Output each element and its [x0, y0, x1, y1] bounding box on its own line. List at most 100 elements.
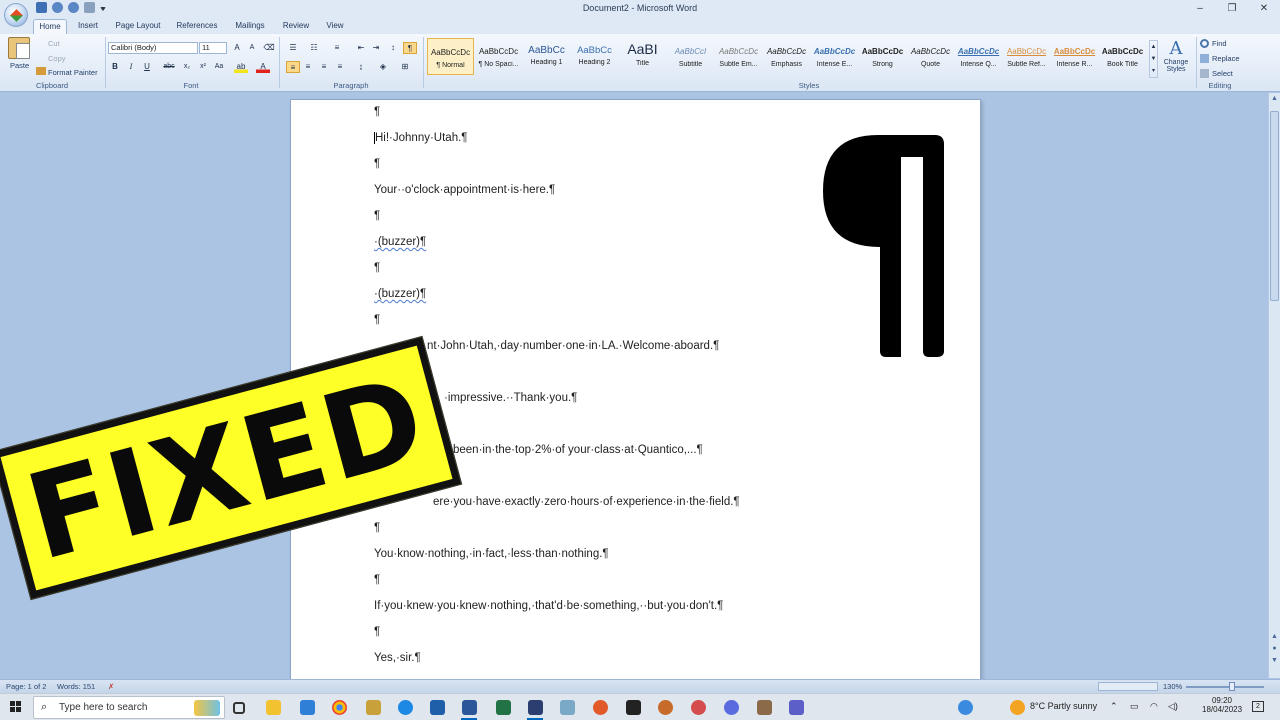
- style-strong[interactable]: AaBbCcDc Strong: [859, 38, 906, 75]
- tab-view[interactable]: View: [322, 19, 348, 34]
- paragraph-line[interactable]: ¶: [374, 106, 380, 118]
- paragraph-line[interactable]: If·you·knew·you·knew·nothing,·that'd·be·…: [374, 600, 723, 612]
- zoom-slider-knob[interactable]: [1229, 682, 1235, 691]
- numbering-button[interactable]: ☷: [307, 42, 321, 54]
- paragraph-line[interactable]: ·(buzzer)¶: [374, 288, 426, 300]
- restore-button[interactable]: ❐: [1216, 0, 1248, 18]
- decrease-indent-button[interactable]: ⇤: [354, 42, 368, 54]
- paragraph-line[interactable]: ¶: [374, 158, 380, 170]
- increase-indent-button[interactable]: ⇥: [369, 42, 383, 54]
- scrollbar-thumb[interactable]: [1270, 111, 1279, 301]
- paragraph-line[interactable]: Your··o'clock·appointment·is·here.¶: [374, 184, 555, 196]
- chrome-icon[interactable]: [332, 700, 347, 715]
- tray-chevron-icon[interactable]: ⌃: [1110, 701, 1118, 712]
- style-intense-reference[interactable]: AaBbCcDc Intense R...: [1051, 38, 1098, 75]
- style-intense-emphasis[interactable]: AaBbCcDc Intense E...: [811, 38, 858, 75]
- style-quote[interactable]: AaBbCcDc Quote: [907, 38, 954, 75]
- clock[interactable]: 09:20 18/04/2023: [1202, 696, 1242, 714]
- style-subtitle[interactable]: AaBbCcI Subtitle: [667, 38, 714, 75]
- paragraph-line[interactable]: Yes,·sir.¶: [374, 652, 421, 664]
- paragraph-line[interactable]: ¶: [374, 210, 380, 222]
- clear-formatting-button[interactable]: ⌫: [262, 42, 276, 54]
- archive-icon[interactable]: [757, 700, 772, 715]
- help-icon[interactable]: [958, 700, 973, 715]
- paragraph-line[interactable]: ¶: [374, 574, 380, 586]
- volume-icon[interactable]: ◁): [1168, 701, 1178, 712]
- change-styles-button[interactable]: A Change Styles: [1160, 38, 1192, 73]
- tab-references[interactable]: References: [172, 19, 222, 34]
- style-no-spacing[interactable]: AaBbCcDc ¶ No Spaci...: [475, 38, 522, 75]
- highlight-button[interactable]: ab: [234, 61, 248, 73]
- paste-icon[interactable]: [8, 37, 30, 59]
- italic-button[interactable]: I: [124, 61, 138, 73]
- justify-button[interactable]: ≡: [333, 61, 347, 73]
- weather-text[interactable]: 8°C Partly sunny: [1030, 701, 1097, 711]
- tab-page-layout[interactable]: Page Layout: [112, 19, 164, 34]
- align-center-button[interactable]: ≡: [301, 61, 315, 73]
- underline-button[interactable]: U: [140, 61, 154, 73]
- tab-home[interactable]: Home: [33, 19, 67, 34]
- teams-icon[interactable]: [789, 700, 804, 715]
- snip-tool-icon[interactable]: [691, 700, 706, 715]
- style-heading-2[interactable]: AaBbCc Heading 2: [571, 38, 618, 75]
- subscript-button[interactable]: x₂: [180, 61, 194, 73]
- view-buttons[interactable]: [1098, 682, 1158, 691]
- paragraph-line[interactable]: nt·John·Utah,·day·number·one·in·LA.·Welc…: [427, 340, 719, 352]
- task-view-icon[interactable]: [233, 702, 245, 714]
- calculator-icon[interactable]: [430, 700, 445, 715]
- paragraph-line[interactable]: ¶: [374, 314, 380, 326]
- word-icon[interactable]: [462, 700, 477, 715]
- itunes-icon[interactable]: [724, 700, 739, 715]
- bullets-button[interactable]: ☰: [286, 42, 300, 54]
- styles-scroll-button[interactable]: ▲ ▼ ▾: [1149, 40, 1158, 78]
- zoom-slider[interactable]: [1186, 686, 1264, 688]
- paragraph-line[interactable]: ¶: [374, 626, 380, 638]
- paragraph-line[interactable]: ¶: [374, 262, 380, 274]
- tab-review[interactable]: Review: [280, 19, 312, 34]
- minimize-button[interactable]: –: [1184, 0, 1216, 18]
- scroll-up-page-icon[interactable]: ▲: [1269, 633, 1280, 643]
- store-icon[interactable]: [300, 700, 315, 715]
- font-size-combo[interactable]: 11: [199, 42, 227, 54]
- align-left-button[interactable]: ≡: [286, 61, 300, 73]
- replace-button[interactable]: Replace: [1212, 54, 1240, 63]
- close-button[interactable]: ✕: [1248, 0, 1280, 18]
- borders-button[interactable]: ⊞: [398, 61, 412, 73]
- word-count[interactable]: Words: 151: [57, 682, 95, 691]
- zoom-level[interactable]: 130%: [1163, 682, 1182, 691]
- font-color-button[interactable]: A: [256, 61, 270, 73]
- style-subtle-emphasis[interactable]: AaBbCcDc Subtle Em...: [715, 38, 762, 75]
- bold-button[interactable]: B: [108, 61, 122, 73]
- style-heading-1[interactable]: AaBbCc Heading 1: [523, 38, 570, 75]
- excel-icon[interactable]: [496, 700, 511, 715]
- editor-icon[interactable]: [528, 700, 543, 715]
- scroll-down-icon[interactable]: ▼: [1269, 657, 1280, 667]
- align-right-button[interactable]: ≡: [317, 61, 331, 73]
- taskbar-search[interactable]: ⌕ Type here to search: [33, 696, 225, 719]
- font-name-combo[interactable]: Calibri (Body): [108, 42, 198, 54]
- shrink-font-button[interactable]: A: [245, 42, 259, 54]
- multilevel-list-button[interactable]: ≡: [330, 42, 344, 54]
- office-button[interactable]: [4, 3, 28, 27]
- style-subtle-reference[interactable]: AaBbCcDc Subtle Ref...: [1003, 38, 1050, 75]
- media-app-icon[interactable]: [593, 700, 608, 715]
- show-hide-marks-button[interactable]: ¶: [403, 42, 417, 54]
- tab-insert[interactable]: Insert: [72, 19, 104, 34]
- vertical-scrollbar[interactable]: ▲ ▲ ● ▼: [1268, 93, 1280, 678]
- superscript-button[interactable]: x²: [196, 61, 210, 73]
- paragraph-line[interactable]: been·in·the·top·2%·of your·class·at·Quan…: [453, 444, 703, 456]
- browse-object-icon[interactable]: ●: [1269, 645, 1280, 655]
- change-case-button[interactable]: Aa: [212, 61, 226, 73]
- shading-button[interactable]: ◈: [376, 61, 390, 73]
- format-painter-button[interactable]: Format Painter: [48, 68, 98, 77]
- scroll-up-icon[interactable]: ▲: [1269, 95, 1280, 105]
- start-button[interactable]: [10, 701, 22, 713]
- style-intense-quote[interactable]: AaBbCcDc Intense Q...: [955, 38, 1002, 75]
- style-emphasis[interactable]: AaBbCcDc Emphasis: [763, 38, 810, 75]
- sort-button[interactable]: ↕: [386, 42, 400, 54]
- proofing-icon[interactable]: ✗: [108, 682, 114, 691]
- paste-button[interactable]: Paste: [10, 61, 29, 70]
- app-icon[interactable]: [366, 700, 381, 715]
- wifi-icon[interactable]: ◠: [1150, 701, 1158, 712]
- cut-button[interactable]: Cut: [48, 39, 60, 48]
